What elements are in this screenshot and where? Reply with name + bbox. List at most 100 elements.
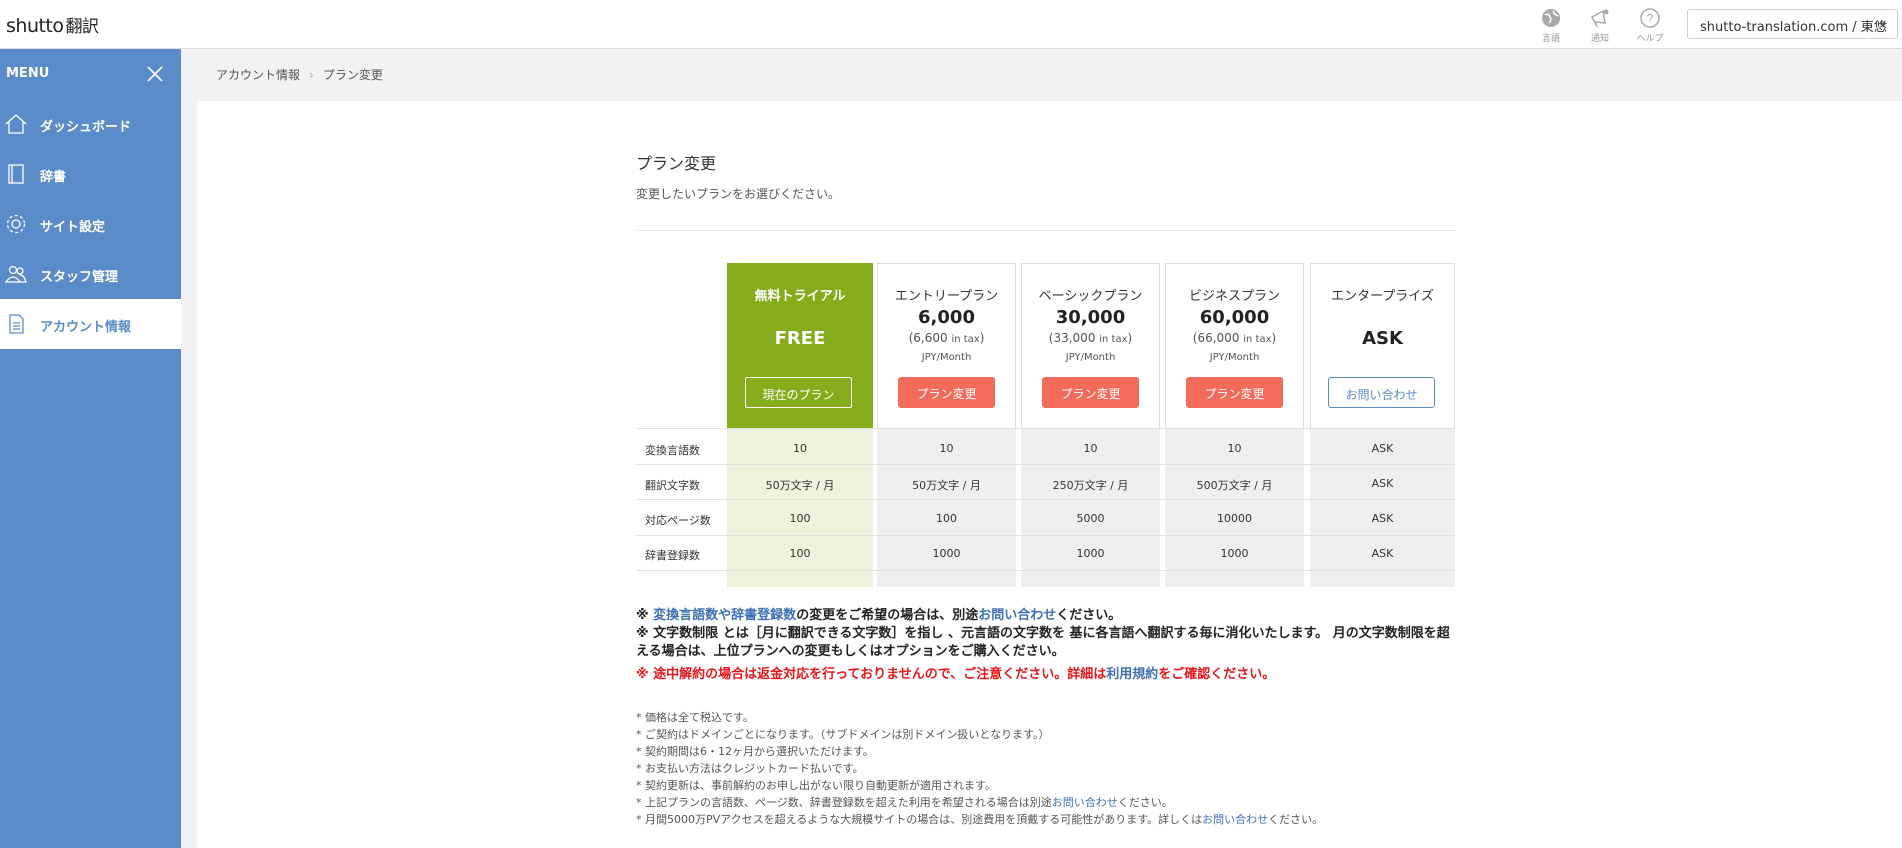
fine-text: ください。 (1268, 813, 1324, 826)
note-text: ※ 途中解約の場合は返金対応を行っておりませんので、ご注意ください。詳細は (636, 667, 1107, 682)
sidebar-item-label: アカウント情報 (40, 320, 132, 335)
plan-name: エントリープラン (894, 289, 999, 304)
sidebar-item-site-settings[interactable]: サイト設定 (0, 199, 181, 249)
help-button[interactable]: ? ヘルプ (1627, 7, 1673, 44)
logo-text: shutto (6, 15, 64, 37)
contact-button[interactable]: お問い合わせ (1328, 377, 1435, 408)
change-plan-button[interactable]: プラン変更 (1186, 377, 1283, 408)
plan-name: ベーシックプラン (1038, 289, 1143, 304)
plan-tax: (6,600 in tax) (878, 331, 1015, 345)
tax-label: in tax (1243, 334, 1272, 345)
help-icon: ? (1640, 8, 1660, 28)
document-icon (9, 314, 24, 334)
contact-link[interactable]: お問い合わせ (978, 608, 1056, 623)
breadcrumb-account-link[interactable]: アカウント情報 (216, 68, 300, 82)
sidebar-item-label: ダッシュボード (40, 120, 132, 135)
note-text: ※ (636, 608, 654, 623)
plan-unit: JPY/Month (1065, 352, 1116, 363)
close-icon[interactable] (146, 65, 164, 83)
domain-select[interactable]: shutto-translation.com / 東悠 (1687, 9, 1898, 39)
fine-text: * 月間5000万PVアクセスを超えるような大規模サイトの場合は、別途費用を頂戴… (636, 813, 1203, 826)
divider (636, 230, 1455, 231)
logo-subtext: 翻訳 (65, 17, 100, 37)
tax-close: ) (1271, 331, 1277, 345)
plan-entry: エントリープラン 6,000 (6,600 in tax) JPY/Month … (877, 263, 1016, 428)
svg-text:?: ? (1647, 12, 1654, 26)
tax-close: ) (1127, 331, 1133, 345)
change-plan-button[interactable]: プラン変更 (898, 377, 995, 408)
plan-name: エンタープライズ (1331, 289, 1434, 304)
sidebar-item-label: スタッフ管理 (40, 270, 119, 285)
language-dictionary-link[interactable]: 変換言語数や辞書登録数 (653, 608, 796, 623)
language-button[interactable]: 言語 (1528, 7, 1574, 44)
table-cell: ASK (1371, 442, 1394, 455)
fine-print-large-site: * 月間5000万PVアクセスを超えるような大規模サイトの場合は、別途費用を頂戴… (636, 811, 1456, 828)
fine-print-renewal: * 契約更新は、事前解約のお申し出がない限り自動更新が適用されます。 (636, 779, 996, 792)
plan-price: 6,000 (918, 307, 975, 328)
plan-price: ASK (1362, 328, 1403, 349)
table-cell: 10 (1083, 442, 1098, 455)
page-subtitle: 変更したいプランをお選びください。 (636, 187, 841, 201)
sidebar-item-staff[interactable]: スタッフ管理 (0, 249, 181, 299)
table-divider (636, 428, 1455, 429)
plan-price: FREE (774, 328, 826, 349)
megaphone-icon (1590, 9, 1609, 28)
sidebar-item-label: サイト設定 (40, 220, 106, 235)
table-cell: 1000 (1220, 547, 1249, 560)
plan-name: 無料トライアル (754, 289, 846, 304)
terms-link[interactable]: 利用規約 (1106, 667, 1158, 682)
row-label: 辞書登録数 (645, 549, 700, 562)
notification-button[interactable]: 通知 (1577, 7, 1623, 44)
plan-tax: (33,000 in tax) (1022, 331, 1159, 345)
book-icon (8, 164, 24, 184)
notification-label: 通知 (1590, 34, 1609, 44)
tax-amount: (33,000 (1048, 331, 1100, 345)
row-label: 変換言語数 (645, 444, 700, 457)
row-label: 対応ページ数 (645, 514, 711, 527)
table-cell: 50万文字 / 月 (912, 479, 981, 492)
fine-text: * 上記プランの言語数、ページ数、辞書登録数を超えた利用を希望される場合は別途 (636, 796, 1052, 809)
top-header: shutto 翻訳 言語 通知 ? ヘルプ shutto-translation.… (0, 0, 1902, 49)
plan-price: 30,000 (1055, 307, 1126, 328)
menu-header: MENU (0, 49, 181, 99)
plan-unit: JPY/Month (1209, 352, 1260, 363)
contact-link[interactable]: お問い合わせ (1052, 796, 1118, 809)
note-language-dictionary: ※ 変換言語数や辞書登録数の変更をご希望の場合は、別途お問い合わせください。 (636, 607, 1456, 625)
tax-amount: (66,000 (1192, 331, 1244, 345)
table-cell: 10000 (1217, 512, 1252, 525)
plan-basic: ベーシックプラン 30,000 (33,000 in tax) JPY/Mont… (1021, 263, 1160, 428)
gear-icon (6, 214, 26, 234)
fine-print-overage: * 上記プランの言語数、ページ数、辞書登録数を超えた利用を希望される場合は別途お… (636, 794, 1456, 811)
note-text: ください。 (1056, 608, 1122, 623)
sidebar-item-label: 辞書 (40, 170, 67, 185)
plan-price: 60,000 (1199, 307, 1270, 328)
table-cell: 1000 (932, 547, 961, 560)
sidebar-item-account[interactable]: アカウント情報 (0, 299, 181, 349)
table-cell: 100 (936, 512, 957, 525)
note-text: をご確認ください。 (1158, 667, 1276, 682)
table-cell: 500万文字 / 月 (1196, 479, 1273, 492)
tax-amount: (6,600 (908, 331, 952, 345)
fine-text: ください。 (1117, 796, 1173, 809)
table-cell: 5000 (1076, 512, 1105, 525)
plan-unit: JPY/Month (921, 352, 972, 363)
table-cell: 10 (1227, 442, 1242, 455)
plan-enterprise: エンタープライズ ASK お問い合わせ (1310, 263, 1455, 428)
fine-print-tax: * 価格は全て税込です。 (636, 711, 754, 724)
help-label: ヘルプ (1636, 34, 1664, 44)
contact-link[interactable]: お問い合わせ (1202, 813, 1268, 826)
plan-name: ビジネスプラン (1188, 289, 1280, 304)
note-text: の変更をご希望の場合は、別途 (796, 608, 979, 623)
chevron-down-icon (1879, 23, 1887, 27)
note-refund-warning: ※ 途中解約の場合は返金対応を行っておりませんので、ご注意ください。詳細は利用規… (636, 666, 1456, 684)
sidebar-item-dashboard[interactable]: ダッシュボード (0, 99, 181, 149)
table-cell: 100 (789, 512, 811, 525)
change-plan-button[interactable]: プラン変更 (1042, 377, 1139, 408)
logo[interactable]: shutto 翻訳 (6, 12, 99, 37)
table-cell: 250万文字 / 月 (1052, 479, 1129, 492)
current-plan-button[interactable]: 現在のプラン (745, 377, 852, 408)
plan-tax: (66,000 in tax) (1166, 331, 1303, 345)
sidebar-item-dictionary[interactable]: 辞書 (0, 149, 181, 199)
fine-print-term: * 契約期間は6・12ヶ月から選択いただけます。 (636, 745, 874, 758)
fine-print-payment: * お支払い方法はクレジットカード払いです。 (636, 762, 864, 775)
